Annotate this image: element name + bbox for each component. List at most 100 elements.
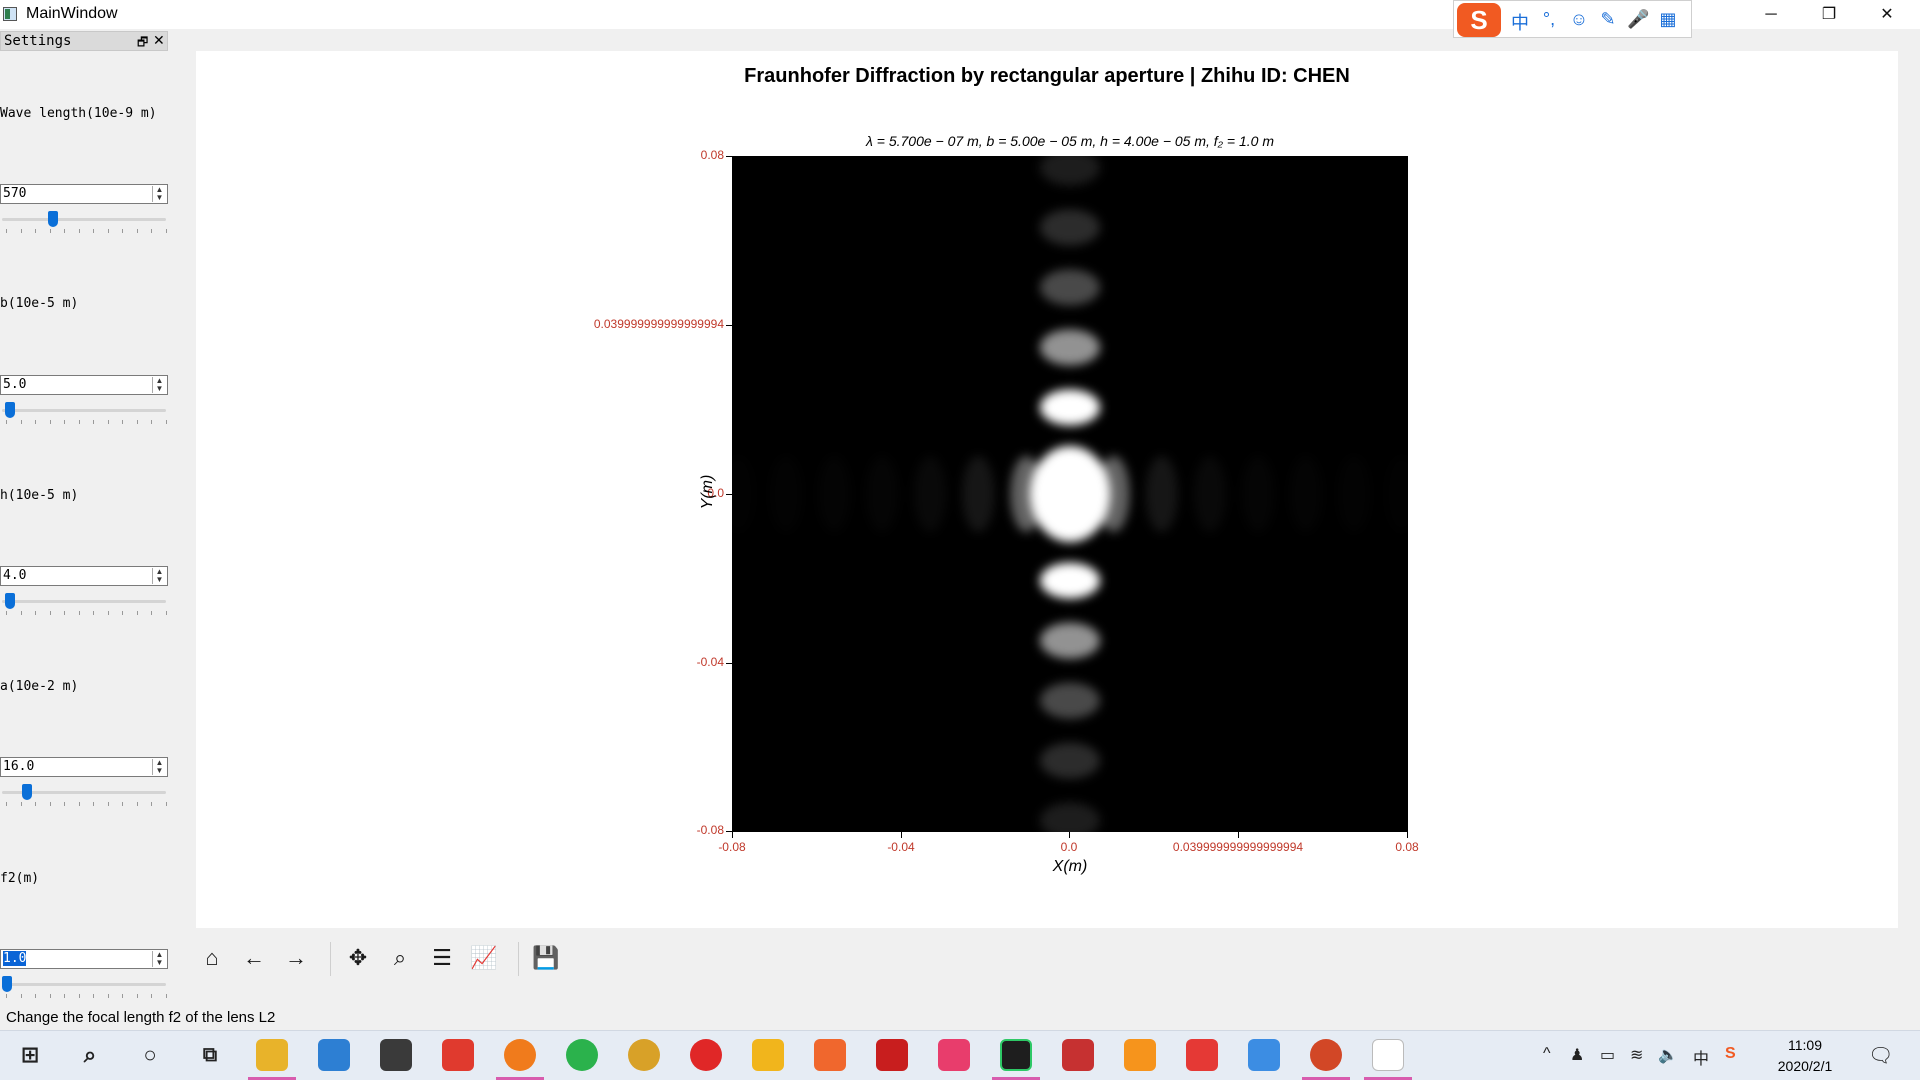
horizontal-fringe xyxy=(770,456,802,532)
matlab-icon[interactable] xyxy=(814,1039,846,1071)
home-icon[interactable]: ⌂ xyxy=(196,942,228,974)
firefox-icon[interactable] xyxy=(504,1039,536,1071)
a-slider[interactable] xyxy=(0,783,168,806)
slider-tick xyxy=(151,420,152,424)
netease-music-icon[interactable] xyxy=(690,1039,722,1071)
slider-handle[interactable] xyxy=(5,402,16,418)
close-button[interactable]: ✕ xyxy=(1858,0,1916,29)
mail-icon[interactable] xyxy=(380,1039,412,1071)
dock-title: Settings xyxy=(4,33,72,49)
slider-tick xyxy=(64,420,65,424)
pan-icon[interactable]: ✥ xyxy=(342,942,374,974)
subplots-config-icon[interactable]: ☰ xyxy=(426,942,458,974)
ime-voice-icon[interactable]: 🎤 xyxy=(1627,9,1649,30)
task-view-icon[interactable]: ⧉ xyxy=(194,1039,226,1071)
youdao-icon[interactable] xyxy=(442,1039,474,1071)
vertical-fringe xyxy=(1040,562,1100,599)
wavelength-slider[interactable] xyxy=(0,210,168,233)
dock-float-icon[interactable]: 🗗 xyxy=(137,33,148,54)
ime-indicator[interactable]: 中 xyxy=(1693,1045,1709,1069)
ime-emoji-icon[interactable]: ☺ xyxy=(1568,9,1590,30)
slider-tick xyxy=(107,994,109,998)
sogou-tray-icon[interactable]: S xyxy=(1725,1045,1736,1063)
zotero-icon[interactable] xyxy=(1062,1039,1094,1071)
slider-tick xyxy=(93,802,94,806)
spin-arrows-icon[interactable]: ▲ ▼ xyxy=(152,951,166,967)
notification-icon[interactable]: 🗨 xyxy=(1868,1043,1893,1068)
slider-tick xyxy=(49,229,51,233)
app-icon-blue[interactable] xyxy=(1248,1039,1280,1071)
h-slider[interactable] xyxy=(0,592,168,615)
maximize-button[interactable]: ❐ xyxy=(1800,0,1858,29)
ime-logo-icon[interactable]: S xyxy=(1457,3,1501,37)
f2-slider[interactable] xyxy=(0,975,168,998)
document-icon[interactable] xyxy=(1372,1039,1404,1071)
save-icon[interactable]: 💾 xyxy=(530,942,562,974)
spin-arrows-icon[interactable]: ▲ ▼ xyxy=(152,377,166,393)
slider-tick xyxy=(64,802,65,806)
slider-tick xyxy=(6,229,7,233)
ime-toolbox-icon[interactable]: ▦ xyxy=(1657,9,1679,30)
battery-icon[interactable]: ▭ xyxy=(1600,1045,1615,1065)
pycharm-icon[interactable] xyxy=(1000,1039,1032,1071)
f2-value: 1.0 xyxy=(3,951,27,966)
b-slider[interactable] xyxy=(0,401,168,424)
slider-tick xyxy=(107,802,109,806)
slider-tick xyxy=(165,994,167,998)
ime-punctuation-icon[interactable]: °, xyxy=(1538,9,1560,30)
store-icon[interactable] xyxy=(318,1039,350,1071)
slider-handle[interactable] xyxy=(2,976,12,992)
tray-expand-icon[interactable]: ^ xyxy=(1543,1045,1551,1063)
spin-arrows-icon[interactable]: ▲ ▼ xyxy=(152,186,166,202)
wavelength-spinbox[interactable]: 570 ▲ ▼ xyxy=(0,184,168,204)
clock-date[interactable]: 2020/2/1 xyxy=(1770,1058,1840,1074)
vertical-fringe xyxy=(1040,209,1100,246)
app-icon-pink[interactable] xyxy=(938,1039,970,1071)
f2-spinbox[interactable]: 1.0 ▲ ▼ xyxy=(0,949,168,969)
b-spinbox[interactable]: 5.0 ▲ ▼ xyxy=(0,375,168,395)
slider-tick xyxy=(151,802,152,806)
wechat-icon[interactable] xyxy=(566,1039,598,1071)
h-spinbox[interactable]: 4.0 ▲ ▼ xyxy=(0,566,168,586)
ime-handwriting-icon[interactable]: ✎ xyxy=(1597,9,1619,30)
diffraction-heatmap[interactable] xyxy=(732,156,1408,832)
figure-canvas[interactable]: Fraunhofer Diffraction by rectangular ap… xyxy=(196,51,1898,928)
tray-app-icon[interactable]: ♟ xyxy=(1570,1045,1584,1065)
spin-arrows-icon[interactable]: ▲ ▼ xyxy=(152,759,166,775)
qq-icon[interactable] xyxy=(752,1039,784,1071)
slider-tick xyxy=(136,802,138,806)
ime-chinese-mode-icon[interactable]: 中 xyxy=(1509,9,1531,35)
spin-arrows-icon[interactable]: ▲ ▼ xyxy=(152,568,166,584)
axes-title: λ = 5.700e − 07 m, b = 5.00e − 05 m, h =… xyxy=(866,133,1274,149)
horizontal-fringe xyxy=(866,456,898,532)
slider-tick xyxy=(20,611,22,615)
x-tick-label: 0.08 xyxy=(1395,840,1419,854)
solidworks-icon[interactable] xyxy=(876,1039,908,1071)
file-explorer-icon[interactable] xyxy=(256,1039,288,1071)
dock-header[interactable]: Settings 🗗 ✕ xyxy=(0,31,168,51)
app-icon-red[interactable] xyxy=(1186,1039,1218,1071)
forward-arrow-icon[interactable]: → xyxy=(280,942,312,974)
minimize-button[interactable]: ─ xyxy=(1742,0,1800,29)
slider-tick xyxy=(64,611,65,615)
cortana-icon[interactable]: ○ xyxy=(134,1039,166,1071)
powerpoint-icon[interactable] xyxy=(1310,1039,1342,1071)
slider-handle[interactable] xyxy=(48,211,59,227)
slider-handle[interactable] xyxy=(5,593,16,609)
horizontal-fringe xyxy=(1145,456,1178,532)
slider-tick xyxy=(64,229,65,233)
search-icon[interactable]: ⌕ xyxy=(74,1039,106,1071)
start-windows-icon[interactable]: ⊞ xyxy=(14,1039,46,1071)
app-icon-orange[interactable] xyxy=(1124,1039,1156,1071)
slider-track xyxy=(2,409,166,412)
clock-time[interactable]: 11:09 xyxy=(1770,1037,1840,1053)
a-spinbox[interactable]: 16.0 ▲ ▼ xyxy=(0,757,168,777)
volume-icon[interactable]: 🔈 xyxy=(1658,1045,1678,1065)
back-arrow-icon[interactable]: ← xyxy=(238,942,270,974)
zoom-icon[interactable]: ⌕ xyxy=(384,942,416,974)
dock-close-icon[interactable]: ✕ xyxy=(153,32,165,49)
wifi-icon[interactable]: ≋ xyxy=(1630,1045,1643,1065)
edit-axes-icon[interactable]: 📈 xyxy=(468,942,500,974)
slider-handle[interactable] xyxy=(22,784,33,800)
chrome-icon[interactable] xyxy=(628,1039,660,1071)
